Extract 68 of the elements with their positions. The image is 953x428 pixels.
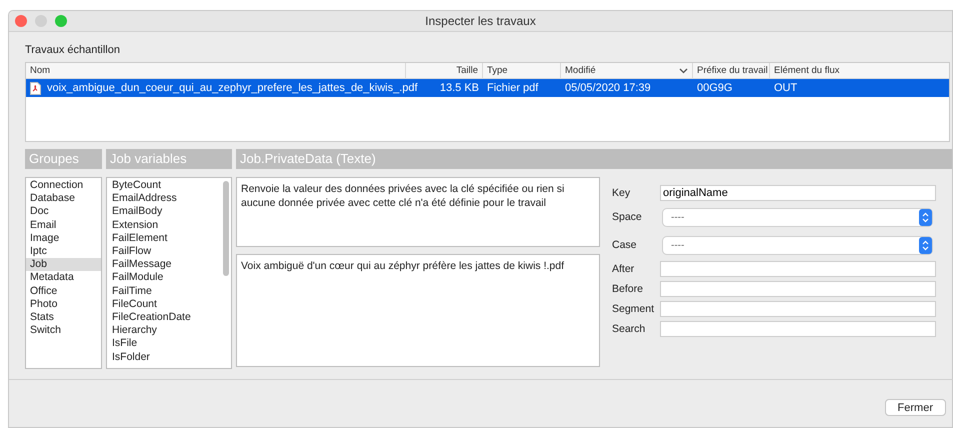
list-item[interactable]: FileCreationDate — [107, 311, 231, 324]
list-item[interactable]: FailMessage — [107, 258, 231, 272]
field-label: Space — [612, 211, 643, 223]
list-item[interactable]: EmailAddress — [107, 192, 231, 206]
panel-header: Job.PrivateData (Texte) — [236, 149, 952, 169]
field-label: Before — [612, 283, 644, 295]
list-item[interactable]: Job — [26, 258, 101, 272]
dropdown[interactable]: ---- — [663, 236, 932, 254]
field-label: Segment — [612, 303, 656, 315]
input-field[interactable] — [660, 301, 936, 317]
list-item[interactable]: Database — [26, 192, 101, 206]
input-field[interactable]: originalName — [660, 185, 936, 201]
list-item[interactable]: FailElement — [107, 232, 231, 246]
table-cell: voix_ambigue_dun_coeur_qui_au_zephyr_prefere_les_jattes_de_kiwis_.pdf — [47, 82, 418, 94]
list-item[interactable]: Extension — [107, 218, 231, 232]
input-field[interactable] — [660, 321, 936, 337]
updown-arrows-icon — [919, 208, 932, 226]
table-cell: Fichier pdf — [487, 82, 538, 94]
panel-header: Groupes — [25, 149, 102, 169]
list-item[interactable]: Office — [26, 284, 101, 298]
field-label: Case — [612, 239, 638, 251]
list-item[interactable]: FailFlow — [107, 245, 231, 258]
window-title: Inspecter les travaux — [425, 14, 536, 28]
input-field[interactable] — [660, 261, 936, 277]
panel-header: Job variables — [106, 149, 232, 169]
table-cell: 05/05/2020 17:39 — [565, 82, 651, 94]
list-item[interactable]: FileCount — [107, 298, 231, 312]
section-title: Travaux échantillon — [25, 44, 120, 56]
list-item[interactable]: FailTime — [107, 284, 231, 298]
table-cell: OUT — [774, 82, 798, 94]
column-header[interactable]: Elément du flux — [770, 63, 949, 78]
list-item[interactable]: Switch — [26, 324, 101, 338]
list-item[interactable]: Email — [26, 218, 101, 232]
list-item[interactable]: Photo — [26, 298, 101, 312]
column-header[interactable]: Nom — [26, 63, 406, 78]
list-item[interactable]: Iptc — [26, 245, 101, 258]
sort-chevron-icon — [679, 68, 688, 74]
list-item[interactable]: Doc — [26, 205, 101, 219]
close-icon[interactable] — [15, 15, 27, 27]
list-item[interactable]: Stats — [26, 311, 101, 324]
zoom-icon[interactable] — [55, 15, 67, 27]
list-item[interactable]: FailModule — [107, 271, 231, 285]
close-button[interactable]: Fermer — [884, 399, 946, 416]
list-item[interactable]: Hierarchy — [107, 324, 231, 338]
pdf-file-icon — [30, 82, 41, 94]
field-label: Search — [612, 323, 646, 335]
updown-arrows-icon — [919, 236, 932, 254]
result-box: Voix ambiguë d'un cœur qui au zéphyr préfère les jattes de kiwis !.pdf — [236, 254, 600, 367]
field-label: After — [612, 263, 636, 275]
table-cell: 13.5 KB — [440, 82, 479, 94]
dropdown[interactable]: ---- — [663, 208, 932, 226]
scrollbar-thumb[interactable] — [223, 181, 229, 276]
column-header[interactable]: Type — [483, 63, 561, 78]
list-item[interactable]: Connection — [26, 179, 101, 192]
table-cell: 00G9G — [697, 82, 732, 94]
description-box: Renvoie la valeur des données privées avec la clé spécifiée ou rien si aucune donnée privée avec cette clé n'a été définie pour le travail — [236, 177, 600, 247]
column-header[interactable]: Préfixe du travail — [693, 63, 770, 78]
list-item[interactable]: IsFile — [107, 337, 231, 351]
list-item[interactable]: Metadata — [26, 271, 101, 285]
list-item[interactable]: ByteCount — [107, 179, 231, 192]
column-header[interactable]: Modifié — [561, 63, 693, 78]
list-item[interactable]: EmailBody — [107, 205, 231, 219]
table-row[interactable]: voix_ambigue_dun_coeur_qui_au_zephyr_prefere_les_jattes_de_kiwis_.pdf 13.5 KB Fichier pdf 05/05/2020 17:39 00G9G OUT — [26, 79, 949, 97]
field-label: Key — [612, 187, 632, 199]
column-header[interactable]: Taille — [406, 63, 483, 78]
input-field[interactable] — [660, 281, 936, 297]
list-item[interactable]: IsFolder — [107, 350, 231, 364]
list-item[interactable]: Image — [26, 232, 101, 246]
